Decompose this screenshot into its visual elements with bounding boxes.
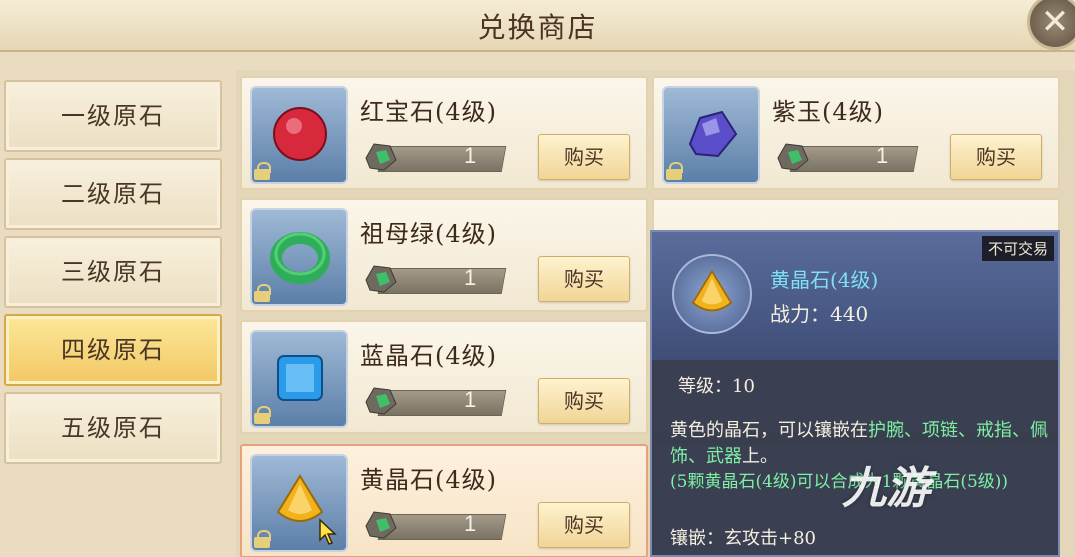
- close-icon: ✕: [1040, 2, 1070, 42]
- item-name: 蓝晶石(4级): [360, 342, 497, 370]
- title-bar: 兑换商店: [0, 0, 1075, 52]
- shop-item-ruby[interactable]: 红宝石(4级) 1 购买: [240, 76, 648, 190]
- price-value: 1: [464, 265, 477, 290]
- category-tier2[interactable]: 二级原石: [4, 158, 222, 230]
- buy-button[interactable]: 购买: [538, 502, 630, 548]
- price-value: 1: [464, 387, 477, 412]
- price-value: 1: [464, 143, 477, 168]
- lock-icon: [254, 530, 271, 548]
- shop-item-citrine[interactable]: 黄晶石(4级) 1 购买: [240, 444, 648, 557]
- item-name: 祖母绿(4级): [360, 220, 497, 248]
- item-name: 黄晶石(4级): [360, 466, 497, 494]
- item-icon-frame: [250, 330, 348, 428]
- price-value: 1: [464, 511, 477, 536]
- ore-currency-icon: [365, 387, 397, 415]
- buy-button[interactable]: 购买: [538, 378, 630, 424]
- kyanite-icon: [277, 355, 323, 401]
- emerald-icon: [270, 232, 330, 284]
- lock-icon: [666, 162, 683, 180]
- untradeable-badge: 不可交易: [981, 236, 1054, 261]
- watermark-logo: 九游: [842, 463, 930, 514]
- category-tier4[interactable]: 四级原石: [4, 314, 222, 386]
- cursor-icon: [319, 518, 337, 545]
- ore-currency-icon: [365, 143, 397, 171]
- shop-item-purple-jade[interactable]: 紫玉(4级) 1 购买: [652, 76, 1060, 190]
- buy-button[interactable]: 购买: [538, 256, 630, 302]
- ruby-icon: [273, 107, 327, 161]
- item-icon-frame: [250, 208, 348, 306]
- tooltip-item-name: 黄晶石(4级): [770, 268, 879, 292]
- ore-currency-icon: [365, 511, 397, 539]
- price-value: 1: [876, 143, 889, 168]
- tooltip-power: 战力：440: [770, 302, 869, 326]
- category-tier1[interactable]: 一级原石: [4, 80, 222, 152]
- buy-button[interactable]: 购买: [950, 134, 1042, 180]
- purple-jade-icon: [688, 110, 738, 158]
- citrine-icon: [691, 269, 733, 312]
- description-prefix: 黄色的晶石，可以镶嵌在: [670, 420, 868, 441]
- item-name: 紫玉(4级): [772, 98, 884, 126]
- lock-icon: [254, 162, 271, 180]
- category-sidebar: 一级原石 二级原石 三级原石 四级原石 五级原石: [0, 70, 235, 557]
- lock-icon: [254, 284, 271, 302]
- lock-icon: [254, 406, 271, 424]
- window-title: 兑换商店: [477, 11, 598, 44]
- buy-button[interactable]: 购买: [538, 134, 630, 180]
- ore-currency-icon: [777, 143, 809, 171]
- category-tier5[interactable]: 五级原石: [4, 392, 222, 464]
- shop-item-kyanite[interactable]: 蓝晶石(4级) 1 购买: [240, 320, 648, 434]
- item-icon-frame: [250, 86, 348, 184]
- tooltip-item-icon: [672, 254, 752, 334]
- ore-currency-icon: [365, 265, 397, 293]
- item-name: 红宝石(4级): [360, 98, 497, 126]
- description-suffix: 上。: [742, 446, 778, 467]
- category-tier3[interactable]: 三级原石: [4, 236, 222, 308]
- tooltip-embed-bonus: 镶嵌：玄攻击+80: [670, 528, 816, 549]
- item-icon-frame: [662, 86, 760, 184]
- tooltip-level: 等级：10: [678, 376, 755, 397]
- shop-item-emerald[interactable]: 祖母绿(4级) 1 购买: [240, 198, 648, 312]
